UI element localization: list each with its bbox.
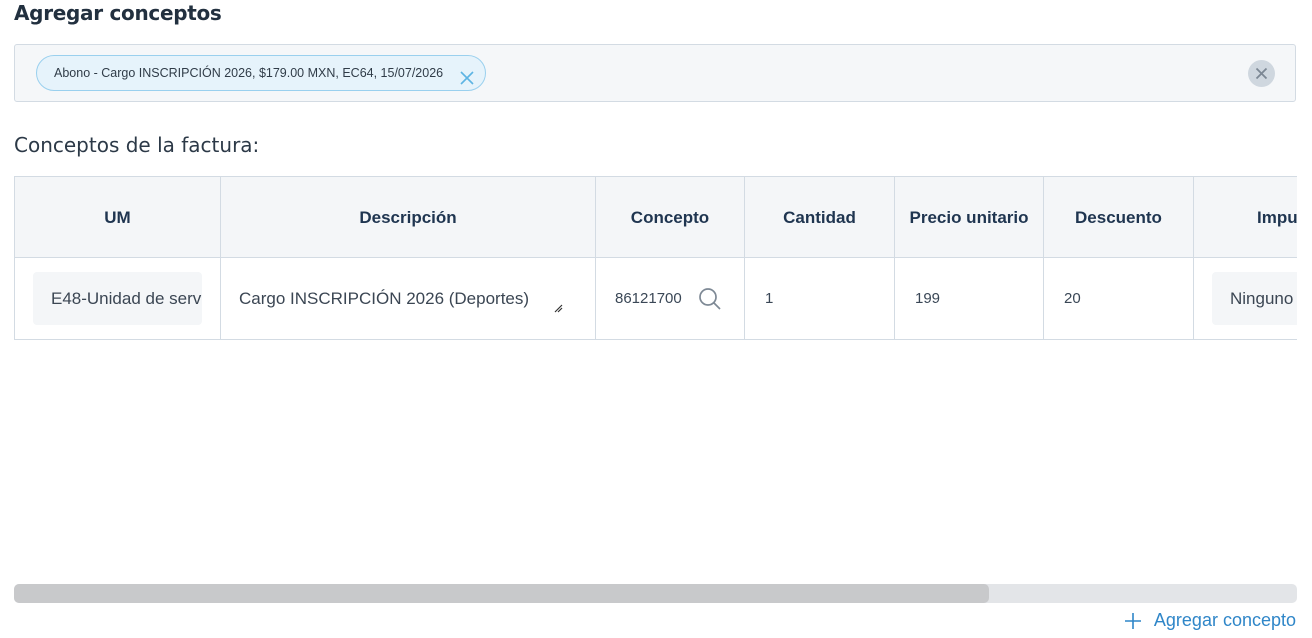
scrollbar-thumb[interactable]	[14, 584, 990, 603]
header-descripcion: Descripción	[220, 176, 596, 258]
tax-cell: Ninguno	[1193, 257, 1297, 340]
horizontal-scrollbar[interactable]	[14, 584, 1297, 603]
header-concepto: Concepto	[595, 176, 745, 258]
tax-select[interactable]: Ninguno	[1212, 272, 1297, 325]
selected-chip[interactable]: Abono - Cargo INSCRIPCIÓN 2026, $179.00 …	[36, 55, 487, 91]
section-title: Agregar conceptos	[14, 1, 222, 25]
um-select[interactable]: E48-Unidad de servicio	[33, 272, 202, 325]
header-um: UM	[14, 176, 221, 258]
clear-all-button[interactable]	[1248, 60, 1275, 87]
concept-selector[interactable]: Abono - Cargo INSCRIPCIÓN 2026, $179.00 …	[14, 44, 1296, 102]
clear-icon	[1255, 67, 1268, 80]
discount-input[interactable]: 20	[1064, 290, 1081, 307]
close-icon[interactable]	[459, 65, 475, 85]
resize-icon[interactable]	[553, 303, 563, 313]
concepts-table-container[interactable]: UM Descripción Concepto Cantidad Precio …	[14, 176, 1297, 342]
description-cell[interactable]: Cargo INSCRIPCIÓN 2026 (Deportes)	[220, 257, 596, 340]
table-header-row: UM Descripción Concepto Cantidad Precio …	[14, 176, 1297, 258]
header-precio: Precio unitario	[894, 176, 1044, 258]
quantity-input[interactable]: 1	[765, 290, 773, 307]
concept-cell[interactable]: 86121700	[595, 257, 745, 340]
table-row: E48-Unidad de servicio Cargo INSCRIPCIÓN…	[14, 257, 1297, 340]
concept-input[interactable]: 86121700	[615, 290, 682, 307]
chip-label: Abono - Cargo INSCRIPCIÓN 2026, $179.00 …	[54, 66, 444, 80]
description-textarea[interactable]: Cargo INSCRIPCIÓN 2026 (Deportes)	[239, 289, 529, 308]
add-concept-label: Agregar concepto	[1153, 610, 1296, 630]
add-concept-button[interactable]: Agregar concepto	[1124, 610, 1296, 631]
header-impuestos: Impuestos	[1193, 176, 1297, 258]
discount-cell[interactable]: 20	[1043, 257, 1194, 340]
price-cell[interactable]: 199	[894, 257, 1044, 340]
quantity-cell[interactable]: 1	[744, 257, 895, 340]
plus-icon	[1124, 612, 1141, 629]
header-cantidad: Cantidad	[744, 176, 895, 258]
um-cell: E48-Unidad de servicio	[14, 257, 221, 340]
search-icon[interactable]	[698, 287, 722, 311]
header-descuento: Descuento	[1043, 176, 1194, 258]
concepts-table: UM Descripción Concepto Cantidad Precio …	[14, 176, 1297, 340]
price-input[interactable]: 199	[915, 290, 940, 307]
invoice-concepts-title: Conceptos de la factura:	[14, 133, 260, 157]
